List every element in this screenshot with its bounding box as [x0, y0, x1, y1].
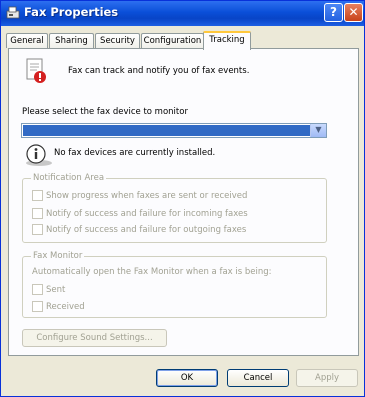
tab-tracking[interactable]: Tracking [203, 31, 251, 50]
fax-properties-icon [6, 6, 20, 19]
notification-area-title: Notification Area [31, 173, 107, 183]
window-title: Fax Properties [24, 5, 119, 19]
tab-configuration[interactable]: Configuration [141, 33, 204, 48]
ok-button[interactable]: OK [156, 369, 218, 387]
help-button[interactable]: ? [324, 3, 343, 22]
configure-sound-button[interactable]: Configure Sound Settings... [22, 329, 167, 347]
fax-monitor-title: Fax Monitor [31, 251, 85, 261]
info-icon [26, 144, 52, 166]
cancel-button[interactable]: Cancel [227, 369, 289, 387]
notify-incoming-checkbox[interactable] [32, 208, 43, 219]
monitor-received-checkbox[interactable] [32, 301, 43, 312]
fax-device-dropdown[interactable]: ▼ [21, 123, 327, 138]
monitor-received-label: Received [46, 302, 85, 312]
title-bar[interactable]: Fax Properties ? ✕ [1, 1, 364, 26]
fax-tracking-icon [26, 58, 46, 83]
tracking-description: Fax can track and notify you of fax even… [68, 66, 250, 76]
fax-properties-window: Fax Properties ? ✕ General Sharing Secur… [0, 0, 365, 397]
monitor-sent-checkbox[interactable] [32, 284, 43, 295]
tab-security[interactable]: Security [95, 33, 140, 48]
tab-general[interactable]: General [6, 33, 48, 48]
notify-outgoing-label: Notify of success and failure for outgoi… [46, 225, 247, 235]
apply-button[interactable]: Apply [296, 369, 358, 387]
fax-monitor-description: Automatically open the Fax Monitor when … [32, 267, 272, 277]
notify-incoming-label: Notify of success and failure for incomi… [46, 209, 248, 219]
fax-device-selection [23, 125, 312, 136]
show-progress-label: Show progress when faxes are sent or rec… [46, 191, 248, 201]
notify-outgoing-checkbox[interactable] [32, 224, 43, 235]
tab-sharing[interactable]: Sharing [49, 33, 94, 48]
show-progress-checkbox[interactable] [32, 190, 43, 201]
device-select-label: Please select the fax device to monitor [22, 107, 188, 117]
close-button[interactable]: ✕ [344, 3, 363, 22]
no-devices-message: No fax devices are currently installed. [54, 148, 216, 158]
monitor-sent-label: Sent [46, 285, 66, 295]
chevron-down-icon[interactable]: ▼ [310, 124, 326, 137]
